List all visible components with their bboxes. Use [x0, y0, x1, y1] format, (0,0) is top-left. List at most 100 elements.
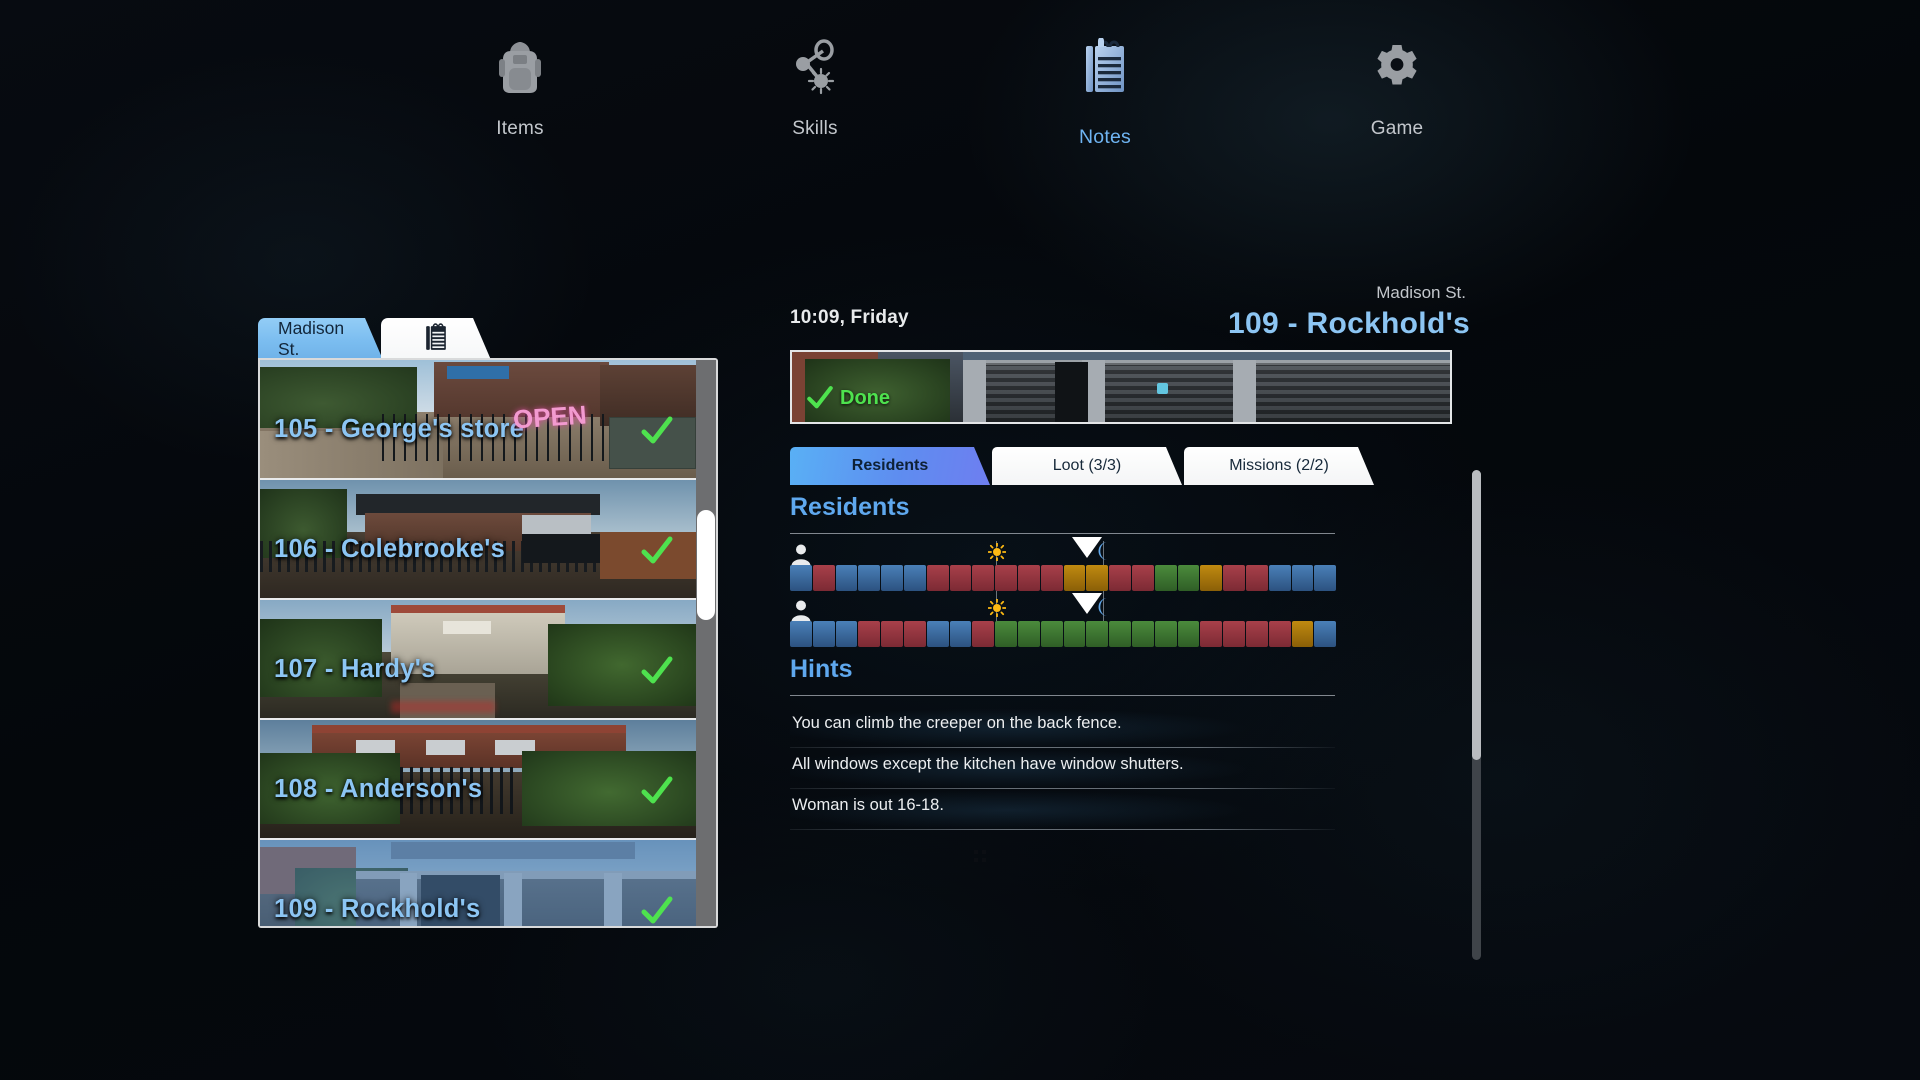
schedule-segment[interactable]	[1245, 621, 1268, 647]
schedule-segment[interactable]	[1017, 621, 1040, 647]
schedule-segment[interactable]	[835, 565, 858, 591]
schedule-segment[interactable]	[1177, 621, 1200, 647]
hint-item[interactable]: Woman is out 16-18.	[790, 790, 1335, 830]
resident-2-schedule[interactable]	[790, 621, 1337, 647]
schedule-segment[interactable]	[1223, 565, 1245, 591]
schedule-segment[interactable]	[1200, 565, 1223, 591]
house-list-scroll-area: 105 - George's store OPEN 106 - Colebroo…	[260, 360, 696, 926]
schedule-segment[interactable]	[1040, 621, 1063, 647]
current-time-marker	[1072, 593, 1102, 614]
list-item[interactable]: 109 - Rockhold's	[260, 840, 696, 926]
current-time-marker	[1072, 537, 1102, 558]
camera-marker-icon	[1157, 382, 1169, 394]
nav-item-items[interactable]: Items	[435, 34, 605, 140]
detail-scrollbar-track[interactable]	[1472, 470, 1481, 960]
schedule-segment[interactable]	[1086, 621, 1109, 647]
schedule-segment[interactable]	[1017, 565, 1040, 591]
hint-divider	[790, 747, 1335, 748]
schedule-segment[interactable]	[835, 621, 858, 647]
schedule-segment[interactable]	[995, 621, 1017, 647]
schedule-segment[interactable]	[1131, 621, 1154, 647]
schedule-segment[interactable]	[995, 565, 1017, 591]
list-item-label: 106 - Colebrooke's	[274, 535, 506, 563]
schedule-segment[interactable]	[1245, 565, 1268, 591]
schedule-segment[interactable]	[926, 621, 949, 647]
list-item[interactable]: 105 - George's store OPEN	[260, 360, 696, 480]
nav-item-label: Items	[496, 118, 544, 139]
schedule-segment[interactable]	[1086, 565, 1109, 591]
open-sign-decoration: OPEN	[511, 399, 588, 436]
status-badge-label: Done	[840, 386, 890, 409]
nav-item-skills[interactable]: Skills	[730, 34, 900, 140]
tab-notes[interactable]	[381, 318, 491, 360]
tab-label: Loot (3/3)	[1052, 457, 1122, 474]
schedule-segment[interactable]	[1200, 621, 1223, 647]
list-item-label: 105 - George's store	[274, 415, 525, 443]
schedule-segment[interactable]	[1177, 565, 1200, 591]
detail-scrollbar-thumb[interactable]	[1472, 470, 1481, 760]
tab-label: Missions (2/2)	[1229, 457, 1329, 474]
schedule-segment[interactable]	[949, 621, 972, 647]
schedule-segment[interactable]	[812, 621, 835, 647]
nav-item-notes[interactable]: Notes	[1020, 34, 1190, 149]
page-title: 109 - Rockhold's	[1227, 307, 1470, 340]
schedule-segment[interactable]	[1109, 621, 1131, 647]
game-notes-screen: Items Skills Notes Game Madison St. 105 …	[0, 0, 1920, 1080]
section-title-hints: Hints	[790, 655, 853, 683]
schedule-segment[interactable]	[1314, 621, 1337, 647]
schedule-segment[interactable]	[1223, 621, 1245, 647]
schedule-segment[interactable]	[881, 621, 903, 647]
tab-residents[interactable]: Residents	[790, 447, 990, 485]
section-title-residents: Residents	[790, 493, 910, 521]
hint-item[interactable]: All windows except the kitchen have wind…	[790, 749, 1335, 789]
list-scrollbar-thumb[interactable]	[697, 510, 715, 620]
tab-madison-st[interactable]: Madison St.	[258, 318, 383, 360]
schedule-segment[interactable]	[1291, 565, 1314, 591]
schedule-segment[interactable]	[1063, 621, 1086, 647]
status-badge: Done	[806, 384, 890, 412]
hint-divider	[790, 788, 1335, 789]
schedule-segment[interactable]	[903, 565, 926, 591]
list-item[interactable]: 107 - Hardy's	[260, 600, 696, 720]
schedule-segment[interactable]	[1291, 621, 1314, 647]
completed-check-icon	[640, 534, 674, 568]
nav-item-game[interactable]: Game	[1312, 34, 1482, 140]
notepad-icon	[422, 322, 450, 357]
section-divider	[790, 533, 1335, 534]
list-scrollbar-track[interactable]	[696, 360, 716, 926]
schedule-segment[interactable]	[1154, 621, 1177, 647]
schedule-segment[interactable]	[1131, 565, 1154, 591]
schedule-segment[interactable]	[790, 621, 812, 647]
schedule-segment[interactable]	[972, 565, 995, 591]
schedule-segment[interactable]	[790, 565, 812, 591]
hint-text: Woman is out 16-18.	[792, 796, 944, 814]
schedule-segment[interactable]	[926, 565, 949, 591]
panel-resize-grip[interactable]	[974, 850, 988, 864]
schedule-segment[interactable]	[972, 621, 995, 647]
list-item-label: 108 - Anderson's	[274, 775, 483, 803]
schedule-segment[interactable]	[903, 621, 926, 647]
schedule-segment[interactable]	[949, 565, 972, 591]
resident-1-schedule[interactable]	[790, 565, 1337, 591]
tab-missions[interactable]: Missions (2/2)	[1184, 447, 1374, 485]
schedule-segment[interactable]	[1063, 565, 1086, 591]
schedule-segment[interactable]	[812, 565, 835, 591]
tab-loot[interactable]: Loot (3/3)	[992, 447, 1182, 485]
schedule-segment[interactable]	[1040, 565, 1063, 591]
hint-item[interactable]: You can climb the creeper on the back fe…	[790, 708, 1335, 748]
list-item[interactable]: 108 - Anderson's	[260, 720, 696, 840]
schedule-segment[interactable]	[858, 621, 881, 647]
schedule-segment[interactable]	[858, 565, 881, 591]
section-divider	[790, 695, 1335, 696]
list-item[interactable]: 106 - Colebrooke's	[260, 480, 696, 600]
detail-tab-row: Residents Loot (3/3) Missions (2/2)	[790, 447, 1374, 485]
schedule-segment[interactable]	[1268, 621, 1291, 647]
schedule-segment[interactable]	[1268, 565, 1291, 591]
schedule-segment[interactable]	[1154, 565, 1177, 591]
nav-item-label: Skills	[792, 118, 838, 139]
schedule-segment[interactable]	[1109, 565, 1131, 591]
backpack-icon	[435, 34, 605, 100]
schedule-segment[interactable]	[881, 565, 903, 591]
schedule-segment[interactable]	[1314, 565, 1337, 591]
list-item-label: 109 - Rockhold's	[274, 895, 481, 923]
